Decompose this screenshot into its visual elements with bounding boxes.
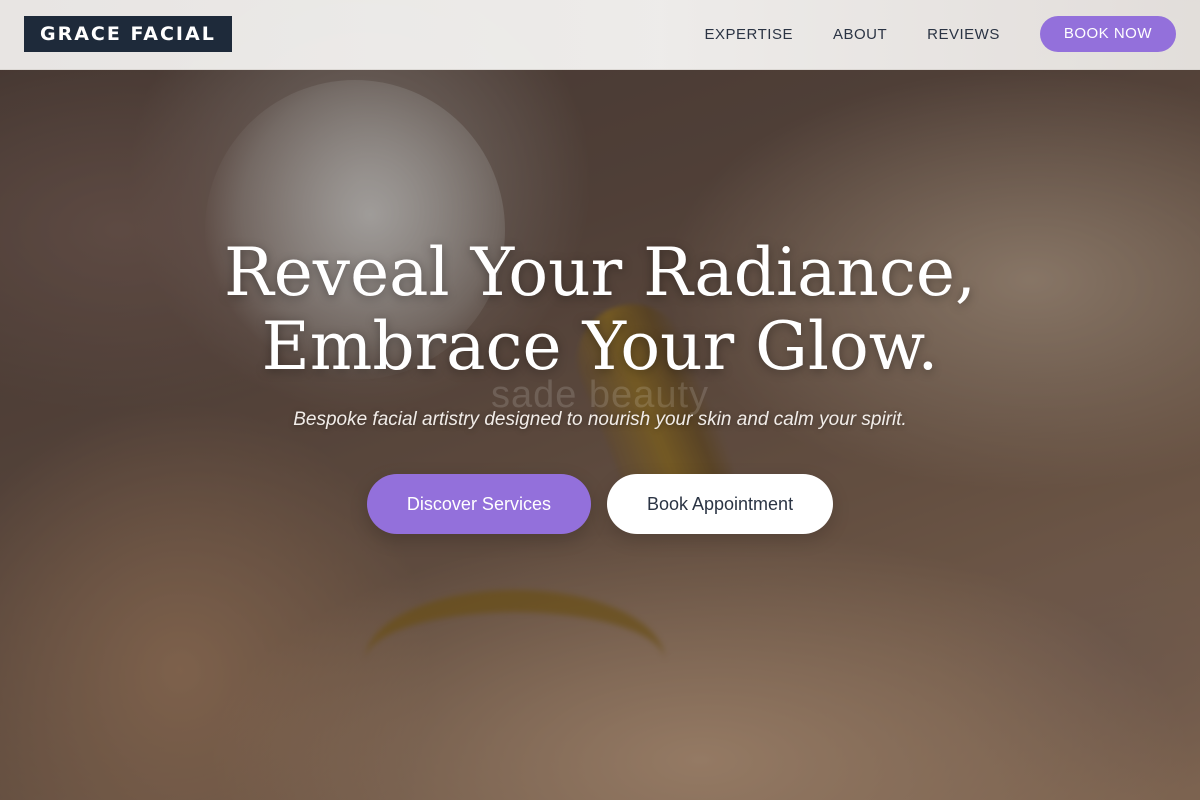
nav-link-expertise[interactable]: EXPERTISE xyxy=(705,26,793,43)
hero-content: Reveal Your Radiance, Embrace Your Glow.… xyxy=(0,236,1200,534)
hero-title-line-2: Embrace Your Glow. xyxy=(261,308,939,385)
nav-link-about[interactable]: ABOUT xyxy=(833,26,887,43)
main-navigation: EXPERTISE ABOUT REVIEWS BOOK NOW xyxy=(705,16,1176,52)
hero-title: Reveal Your Radiance, Embrace Your Glow. xyxy=(0,236,1200,384)
discover-services-button[interactable]: Discover Services xyxy=(366,474,591,534)
brand-logo[interactable]: GRACE FACIAL xyxy=(24,16,232,52)
hero-title-line-1: Reveal Your Radiance, xyxy=(224,234,976,311)
book-appointment-button[interactable]: Book Appointment xyxy=(606,474,834,534)
nav-link-reviews[interactable]: REVIEWS xyxy=(927,26,1000,43)
hero-subtitle: Bespoke facial artistry designed to nour… xyxy=(293,409,907,430)
book-now-button[interactable]: BOOK NOW xyxy=(1039,16,1176,52)
hero-actions: Discover Services Book Appointment xyxy=(0,474,1200,534)
top-navbar: GRACE FACIAL EXPERTISE ABOUT REVIEWS BOO… xyxy=(0,0,1200,70)
